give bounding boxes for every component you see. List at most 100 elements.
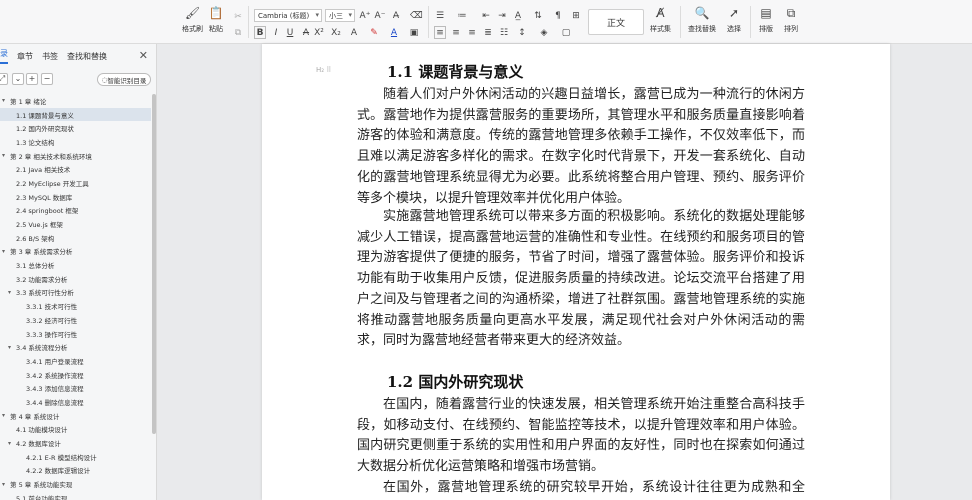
heading-1-2[interactable]: 1.2 国内外研究现状 xyxy=(387,371,523,392)
toc-item[interactable]: 2.6 B/S 架构 xyxy=(0,231,151,245)
align-left-icon[interactable]: ≡ xyxy=(434,26,446,39)
numbered-list-icon[interactable]: ≔ xyxy=(456,9,468,22)
heading-1-1[interactable]: 1.1 课题背景与意义 xyxy=(387,61,523,82)
font-size-select[interactable]: 小三 ▾ xyxy=(325,9,355,22)
grow-font-icon[interactable]: A⁺ xyxy=(359,9,371,22)
shading-icon[interactable]: ◈ xyxy=(538,26,550,39)
nav-scrollbar[interactable] xyxy=(152,94,156,434)
char-border-icon[interactable]: ▣ xyxy=(408,26,420,39)
paragraph[interactable]: 随着人们对户外休闲活动的兴趣日益增长，露营已成为一种流行的休闲方式。露营地作为提… xyxy=(357,85,805,209)
paragraph[interactable]: 在国内，随着露营行业的快速发展，相关管理系统开始注重整合高科技手段，如移动支付、… xyxy=(357,395,805,478)
toc-expand-arrow[interactable]: ▾ xyxy=(2,412,10,419)
italic-icon[interactable]: I xyxy=(270,26,282,39)
sort-icon[interactable]: ⇅ xyxy=(532,9,544,22)
shrink-font-icon[interactable]: A⁻ xyxy=(374,9,386,22)
font-name-select[interactable]: Cambria (标题) ▾ xyxy=(254,9,322,22)
distribute-icon[interactable]: ☷ xyxy=(498,26,510,39)
chinese-layout-icon[interactable]: A̲ xyxy=(512,9,524,22)
toc-item[interactable]: ▾ 3.3 系统可行性分析 xyxy=(0,286,151,300)
toc-item[interactable]: ▾ 第 1 章 绪论 xyxy=(0,94,151,108)
toc-item[interactable]: 4.2.1 E-R 模型结构设计 xyxy=(0,450,151,464)
toc-expand-arrow[interactable]: ▾ xyxy=(8,440,16,447)
justify-icon[interactable]: ≣ xyxy=(482,26,494,39)
toc-item[interactable]: 2.2 MyEclipse 开发工具 xyxy=(0,176,151,190)
toc-item[interactable]: 3.4.4 删除信息流程 xyxy=(0,395,151,409)
toc-item[interactable]: ▾ 第 2 章 相关技术和系统环境 xyxy=(0,149,151,163)
cut-icon[interactable]: ✂ xyxy=(232,10,244,23)
toc-item[interactable]: 3.2 功能需求分析 xyxy=(0,272,151,286)
align-center-icon[interactable]: ≡ xyxy=(450,26,462,39)
toc-expand-arrow[interactable]: ▾ xyxy=(2,481,10,488)
toc-item[interactable]: 3.1 总体分析 xyxy=(0,258,151,272)
toc-item[interactable]: 4.1 功能模块设计 xyxy=(0,423,151,437)
toc-item[interactable]: 1.2 国内外研究现状 xyxy=(0,121,151,135)
toc-expand-arrow[interactable]: ▾ xyxy=(8,289,16,296)
toc-expand-arrow[interactable]: ▾ xyxy=(8,344,16,351)
tab-toc[interactable]: 目录 xyxy=(0,48,8,64)
bold-icon[interactable]: B xyxy=(254,26,266,39)
strikethrough-icon[interactable]: A xyxy=(300,26,312,39)
highlight-icon[interactable]: ✎ xyxy=(368,26,380,39)
tab-chapters[interactable]: 章节 xyxy=(17,51,33,62)
select-button[interactable]: ➚ 选择 xyxy=(726,6,742,34)
toc-item[interactable]: ▾ 第 4 章 系统设计 xyxy=(0,409,151,423)
bullet-list-icon[interactable]: ☰ xyxy=(434,9,446,22)
toc-item[interactable]: ▾ 3.4 系统流程分析 xyxy=(0,340,151,354)
toc-item[interactable]: 1.1 课题背景与意义 xyxy=(0,107,151,122)
text-effect-icon[interactable]: A xyxy=(348,26,360,39)
remove-icon[interactable]: − xyxy=(41,73,53,85)
paragraph[interactable]: 在国外，露营地管理系统的研究较早开始，系统设计往往更为成熟和全面， xyxy=(357,478,805,500)
superscript-icon[interactable]: X² xyxy=(313,26,325,39)
show-marks-icon[interactable]: ¶ xyxy=(552,9,564,22)
decrease-indent-icon[interactable]: ⇤ xyxy=(480,9,492,22)
arrange-button[interactable]: ⧉ 排列 xyxy=(783,6,799,34)
toc-item[interactable]: 3.4.3 添加信息流程 xyxy=(0,381,151,395)
expand-toc-icon[interactable]: ⤢ xyxy=(0,73,8,85)
toc-item-label: 5.1 前台功能实现 xyxy=(16,494,68,500)
toc-item[interactable]: 2.4 springboot 框架 xyxy=(0,204,151,218)
toc-item[interactable]: ▾ 第 3 章 系统需求分析 xyxy=(0,245,151,259)
smart-toc-button[interactable]: ◌ 智能识别目录 xyxy=(97,73,151,86)
toc-item[interactable]: 4.2.2 数据库逻辑设计 xyxy=(0,464,151,478)
eraser-icon[interactable]: ⌫ xyxy=(410,9,423,22)
toc-item[interactable]: ▾ 第 5 章 系统功能实现 xyxy=(0,477,151,491)
style-set-button[interactable]: A̸ 样式集 xyxy=(650,6,671,34)
toc-item[interactable]: 2.5 Vue.js 框架 xyxy=(0,217,151,231)
style-preview-normal[interactable]: 正文 xyxy=(588,9,644,35)
clear-format-icon[interactable]: A̶ xyxy=(390,9,402,22)
tab-find-replace[interactable]: 查找和替换 xyxy=(67,51,107,62)
paragraph[interactable]: 实施露营地管理系统可以带来多方面的积极影响。系统化的数据处理能够减少人工错误，提… xyxy=(357,207,805,352)
toc-item[interactable]: 3.3.2 经济可行性 xyxy=(0,313,151,327)
document-page[interactable]: H₂ ⠿ 1.1 课题背景与意义 随着人们对户外休闲活动的兴趣日益增长，露营已成… xyxy=(262,44,890,500)
underline-icon[interactable]: U xyxy=(284,26,296,39)
chevron-down-icon[interactable]: ⌄ xyxy=(12,73,24,85)
toc-item[interactable]: 2.3 MySQL 数据库 xyxy=(0,190,151,204)
toc-expand-arrow[interactable]: ▾ xyxy=(2,97,10,104)
layout-button[interactable]: ▤ 排版 xyxy=(758,6,774,34)
toc-item[interactable]: 5.1 前台功能实现 xyxy=(0,491,151,500)
find-replace-button[interactable]: 🔍 查找替换 xyxy=(688,6,716,34)
line-spacing-icon[interactable]: ↕ xyxy=(516,26,528,39)
toc-item[interactable]: 1.3 论文结构 xyxy=(0,135,151,149)
copy-icon[interactable]: ⧉ xyxy=(232,26,244,39)
close-icon[interactable]: ✕ xyxy=(139,49,148,62)
toc-item[interactable]: 3.3.3 操作可行性 xyxy=(0,327,151,341)
toc-expand-arrow[interactable]: ▾ xyxy=(2,248,10,255)
toc-item[interactable]: ▾ 4.2 数据库设计 xyxy=(0,436,151,450)
tab-bookmarks[interactable]: 书签 xyxy=(42,51,58,62)
add-icon[interactable]: + xyxy=(26,73,38,85)
paste-button[interactable]: 📋 粘贴 xyxy=(208,6,224,34)
subscript-icon[interactable]: X₂ xyxy=(330,26,342,39)
toc-item[interactable]: 3.3.1 技术可行性 xyxy=(0,299,151,313)
toc-expand-arrow[interactable]: ▾ xyxy=(2,152,10,159)
align-right-icon[interactable]: ≡ xyxy=(466,26,478,39)
grid-icon[interactable]: ⊞ xyxy=(570,9,582,22)
format-painter-button[interactable]: 🖌 格式刷 xyxy=(182,6,203,34)
increase-indent-icon[interactable]: ⇥ xyxy=(496,9,508,22)
paragraph-handle-icon[interactable]: H₂ ⠿ xyxy=(316,66,331,74)
toc-item[interactable]: 3.4.1 用户登录流程 xyxy=(0,354,151,368)
toc-item[interactable]: 2.1 Java 相关技术 xyxy=(0,162,151,176)
font-color-icon[interactable]: A xyxy=(388,26,400,39)
toc-item[interactable]: 3.4.2 系统操作流程 xyxy=(0,368,151,382)
border-icon[interactable]: ▢ xyxy=(560,26,572,39)
